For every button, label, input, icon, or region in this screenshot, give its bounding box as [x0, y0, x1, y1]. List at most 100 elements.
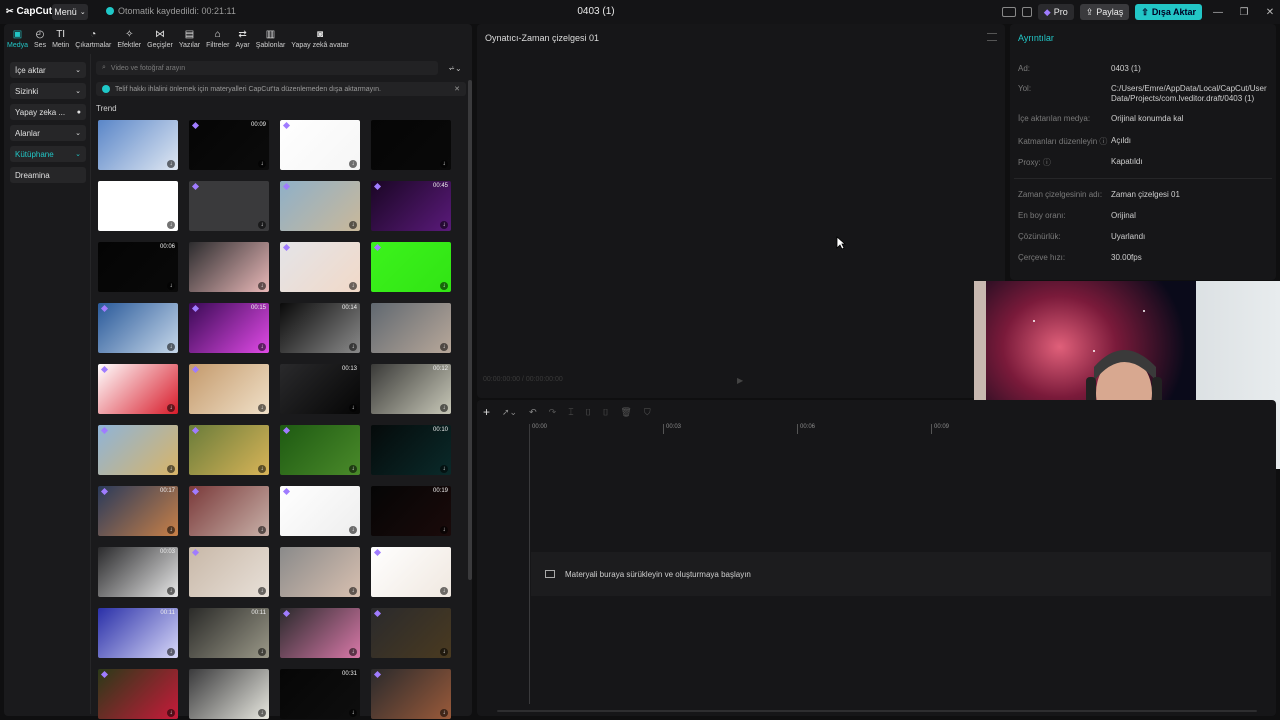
download-icon[interactable]: ↓	[440, 221, 448, 229]
download-icon[interactable]: ↓	[258, 343, 266, 351]
media-thumbnail[interactable]: 00:15 ↓	[189, 303, 269, 353]
marker-icon[interactable]: ⛉	[644, 407, 651, 418]
media-thumbnail[interactable]: ↓	[98, 303, 178, 353]
download-icon[interactable]: ↓	[258, 282, 266, 290]
media-thumbnail[interactable]: ↓	[189, 486, 269, 536]
download-icon[interactable]: ↓	[167, 343, 175, 351]
media-thumbnail[interactable]: ↓	[189, 425, 269, 475]
sidebar-item-0[interactable]: İçe aktar ⌄	[10, 62, 86, 78]
media-thumbnail[interactable]: ↓	[371, 303, 451, 353]
download-icon[interactable]: ↓	[167, 282, 175, 290]
media-thumbnail[interactable]: 00:06 ↓	[98, 242, 178, 292]
media-thumbnail[interactable]: 00:09 ↓	[189, 120, 269, 170]
download-icon[interactable]: ↓	[167, 465, 175, 473]
media-thumbnail[interactable]: 00:17 ↓	[98, 486, 178, 536]
tab-8[interactable]: ⇄ Ayar	[232, 24, 252, 54]
search-box[interactable]: ⌕ Video ve fotoğraf arayın	[96, 61, 438, 75]
media-thumbnail[interactable]: 00:11 ↓	[189, 608, 269, 658]
media-thumbnail[interactable]: 00:03 ↓	[98, 547, 178, 597]
media-thumbnail[interactable]: ↓	[371, 669, 451, 719]
tab-2[interactable]: TI Metin	[49, 24, 72, 54]
download-icon[interactable]: ↓	[440, 648, 448, 656]
media-thumbnail[interactable]: 00:31 ↓	[280, 669, 360, 719]
download-icon[interactable]: ↓	[258, 526, 266, 534]
download-icon[interactable]: ↓	[440, 282, 448, 290]
media-thumbnail[interactable]: 00:13 ↓	[280, 364, 360, 414]
tab-1[interactable]: ◴ Ses	[31, 24, 49, 54]
media-thumbnail[interactable]: ↓	[280, 486, 360, 536]
download-icon[interactable]: ↓	[349, 465, 357, 473]
download-icon[interactable]: ↓	[349, 587, 357, 595]
download-icon[interactable]: ↓	[440, 343, 448, 351]
sidebar-item-2[interactable]: Yapay zeka ... ●	[10, 104, 86, 120]
download-icon[interactable]: ↓	[440, 404, 448, 412]
layout-icon[interactable]	[1001, 7, 1016, 17]
media-thumbnail[interactable]: ↓	[280, 181, 360, 231]
filter-button[interactable]: ⩫⌄	[444, 61, 466, 75]
tab-7[interactable]: ⌂ Filtreler	[203, 24, 232, 54]
sidebar-item-1[interactable]: Sizinki ⌄	[10, 83, 86, 99]
timeline-scrollbar[interactable]	[497, 710, 1257, 712]
download-icon[interactable]: ↓	[349, 343, 357, 351]
tab-10[interactable]: ◙ Yapay zekâ avatar	[288, 24, 351, 54]
shortcut-icon[interactable]	[1021, 7, 1032, 17]
media-thumbnail[interactable]: ↓	[280, 547, 360, 597]
download-icon[interactable]: ↓	[167, 709, 175, 717]
media-thumbnail[interactable]: ↓	[280, 242, 360, 292]
media-thumbnail[interactable]: ↓	[98, 425, 178, 475]
tab-6[interactable]: ▤ Yazılar	[176, 24, 203, 54]
menu-button[interactable]: Menü ⌄	[52, 4, 88, 20]
add-track-icon[interactable]: +	[483, 405, 490, 419]
tab-5[interactable]: ⋈ Geçişler	[144, 24, 176, 54]
media-thumbnail[interactable]: ↓	[280, 120, 360, 170]
tab-0[interactable]: ▣ Medya	[4, 24, 31, 54]
search-input[interactable]: Video ve fotoğraf arayın	[111, 65, 185, 72]
tab-3[interactable]: ◔ Çıkartmalar	[72, 24, 114, 54]
sidebar-item-3[interactable]: Alanlar ⌄	[10, 125, 86, 141]
share-button[interactable]: ⇪ Paylaş	[1079, 4, 1130, 20]
close-icon[interactable]: ✕	[1260, 7, 1280, 18]
download-icon[interactable]: ↓	[258, 648, 266, 656]
download-icon[interactable]: ↓	[349, 282, 357, 290]
media-thumbnail[interactable]: ↓	[371, 608, 451, 658]
media-thumbnail[interactable]: ↓	[98, 181, 178, 231]
download-icon[interactable]: ↓	[440, 587, 448, 595]
download-icon[interactable]: ↓	[167, 221, 175, 229]
redo-icon[interactable]: ↷	[549, 407, 557, 418]
media-thumbnail[interactable]: 00:19 ↓	[371, 486, 451, 536]
media-thumbnail[interactable]: ↓	[189, 364, 269, 414]
split-icon[interactable]: ⌶	[568, 407, 573, 418]
download-icon[interactable]: ↓	[349, 526, 357, 534]
download-icon[interactable]: ↓	[349, 404, 357, 412]
media-thumbnail[interactable]: ↓	[371, 242, 451, 292]
media-thumbnail[interactable]: ↓	[98, 120, 178, 170]
media-thumbnail[interactable]: 00:14 ↓	[280, 303, 360, 353]
download-icon[interactable]: ↓	[167, 160, 175, 168]
minimize-icon[interactable]: —	[1208, 7, 1228, 18]
download-icon[interactable]: ↓	[167, 648, 175, 656]
delete-icon[interactable]: 🗑	[620, 407, 631, 418]
media-thumbnail[interactable]: ↓	[189, 669, 269, 719]
download-icon[interactable]: ↓	[258, 221, 266, 229]
close-notice-icon[interactable]: ✕	[454, 85, 460, 93]
download-icon[interactable]: ↓	[440, 465, 448, 473]
media-thumbnail[interactable]: ↓	[189, 547, 269, 597]
select-tool-icon[interactable]: ➚⌄	[502, 407, 517, 418]
undo-icon[interactable]: ↶	[529, 407, 537, 418]
download-icon[interactable]: ↓	[167, 587, 175, 595]
media-thumbnail[interactable]: 00:11 ↓	[98, 608, 178, 658]
media-thumbnail[interactable]: 00:10 ↓	[371, 425, 451, 475]
pro-button[interactable]: ◆ Pro	[1037, 4, 1074, 20]
media-scrollbar[interactable]	[468, 80, 472, 580]
trim-right-icon[interactable]: ⌷	[603, 407, 608, 418]
download-icon[interactable]: ↓	[349, 648, 357, 656]
download-icon[interactable]: ↓	[349, 160, 357, 168]
download-icon[interactable]: ↓	[440, 160, 448, 168]
media-thumbnail[interactable]: ↓	[98, 364, 178, 414]
media-thumbnail[interactable]: 00:45 ↓	[371, 181, 451, 231]
download-icon[interactable]: ↓	[258, 587, 266, 595]
download-icon[interactable]: ↓	[440, 709, 448, 717]
download-icon[interactable]: ↓	[349, 221, 357, 229]
trim-left-icon[interactable]: ⌷	[586, 407, 591, 418]
media-thumbnail[interactable]: ↓	[371, 120, 451, 170]
